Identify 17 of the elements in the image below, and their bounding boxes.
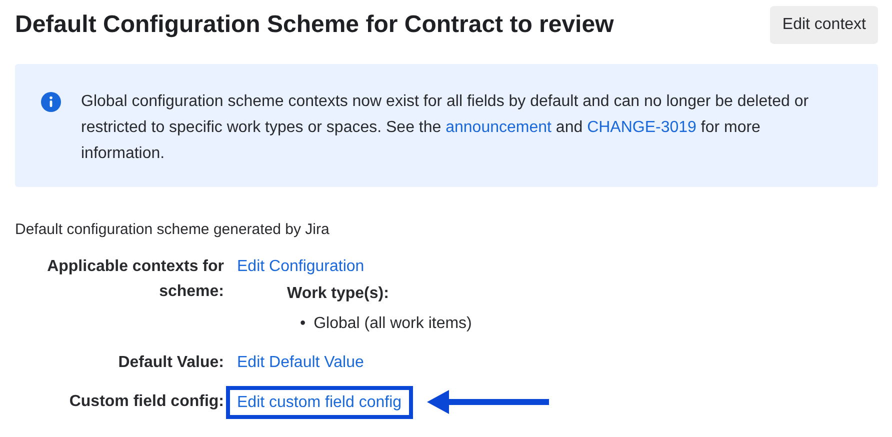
field-label: Custom field config: (68, 392, 224, 412)
info-link[interactable]: announcement (446, 119, 552, 136)
arrow-icon (426, 389, 549, 415)
bullet: • (300, 314, 306, 334)
edit-context-button[interactable]: Edit context (770, 6, 878, 44)
info-message: Global configuration scheme contexts now exist for all fields by default and can no longer be deleted or restricted to specific work types or spaces. See the announcement and CHANGE-3019 for more information. (81, 92, 810, 163)
edit-link[interactable]: Edit Configuration (237, 254, 364, 279)
info-link[interactable]: CHANGE-3019 (587, 119, 696, 136)
field-label: Default Value: (117, 353, 224, 373)
info-icon (41, 92, 61, 112)
edit-link[interactable]: Edit Default Value (237, 350, 364, 375)
page-title: Default Configuration Scheme for Contract to review (15, 11, 614, 39)
field-label: Applicable contexts for scheme: (46, 257, 224, 302)
work-type-item: Global (all work items) (314, 314, 472, 334)
edit-link[interactable]: Edit custom field config (226, 386, 413, 418)
details-heading: Work type(s): (287, 284, 390, 304)
scheme-description: Default configuration scheme generated by Jira (15, 221, 330, 238)
